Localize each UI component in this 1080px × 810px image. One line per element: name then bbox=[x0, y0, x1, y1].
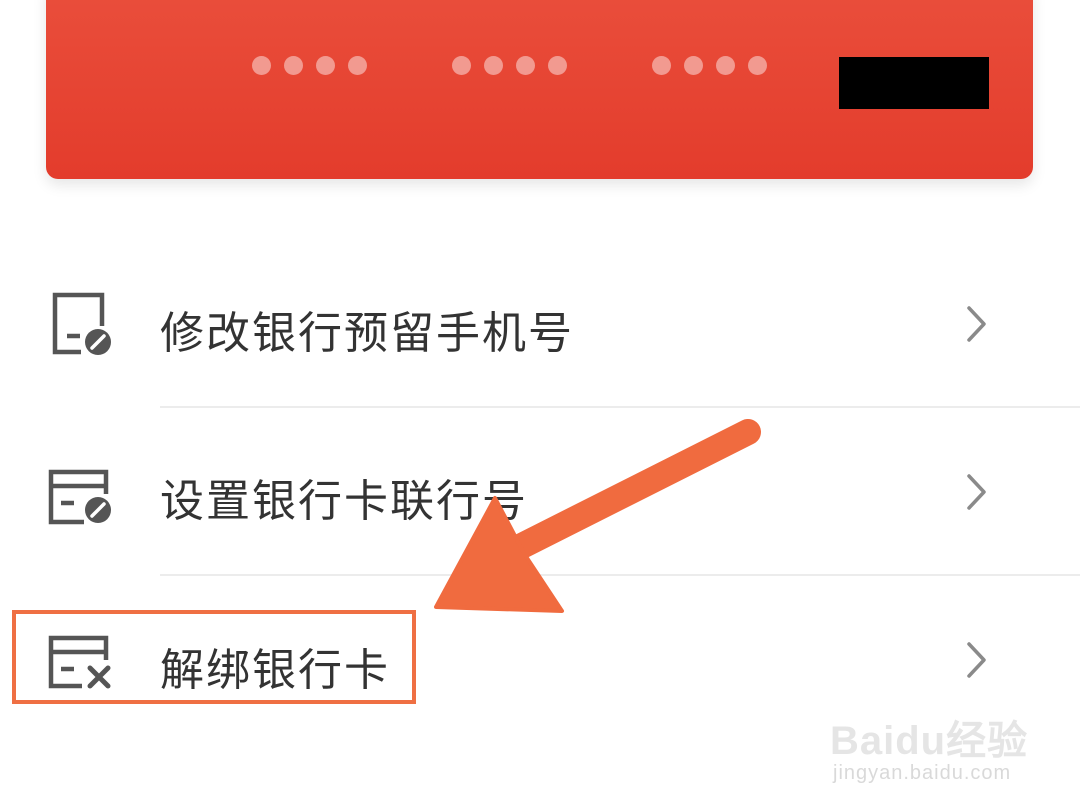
watermark-brand: Baidu经验 bbox=[830, 719, 1029, 763]
card-number-group-1 bbox=[252, 56, 367, 75]
highlight-box bbox=[12, 610, 416, 704]
card-number-group-2 bbox=[452, 56, 567, 75]
mask-dot bbox=[452, 56, 471, 75]
chevron-right-icon bbox=[962, 640, 992, 680]
mask-dot bbox=[684, 56, 703, 75]
chevron-right-icon bbox=[962, 304, 992, 344]
menu-item-set-bank-code[interactable]: 设置银行卡联行号 bbox=[0, 418, 1080, 568]
mask-dot bbox=[748, 56, 767, 75]
card-edit-icon bbox=[46, 458, 116, 528]
redacted-card-digits bbox=[839, 57, 989, 109]
watermark: Baidu经验 jingyan.baidu.com bbox=[825, 690, 1055, 800]
mask-dot bbox=[716, 56, 735, 75]
mask-dot bbox=[316, 56, 335, 75]
screen: 修改银行预留手机号 设置银行卡联行号 解绑银行卡 Baidu经验 jingyan… bbox=[0, 0, 1080, 810]
menu-item-label: 设置银行卡联行号 bbox=[160, 476, 528, 527]
mask-dot bbox=[484, 56, 503, 75]
mask-dot bbox=[652, 56, 671, 75]
watermark-url: jingyan.baidu.com bbox=[833, 762, 1012, 784]
mask-dot bbox=[348, 56, 367, 75]
mask-dot bbox=[548, 56, 567, 75]
chevron-right-icon bbox=[962, 472, 992, 512]
menu-item-label: 修改银行预留手机号 bbox=[160, 308, 574, 359]
mask-dot bbox=[252, 56, 271, 75]
phone-edit-icon bbox=[46, 290, 116, 360]
mask-dot bbox=[516, 56, 535, 75]
card-number-group-3 bbox=[652, 56, 767, 75]
bank-card[interactable] bbox=[46, 0, 1033, 179]
divider bbox=[160, 406, 1080, 408]
mask-dot bbox=[284, 56, 303, 75]
menu-item-change-phone[interactable]: 修改银行预留手机号 bbox=[0, 250, 1080, 400]
divider bbox=[160, 574, 1080, 576]
